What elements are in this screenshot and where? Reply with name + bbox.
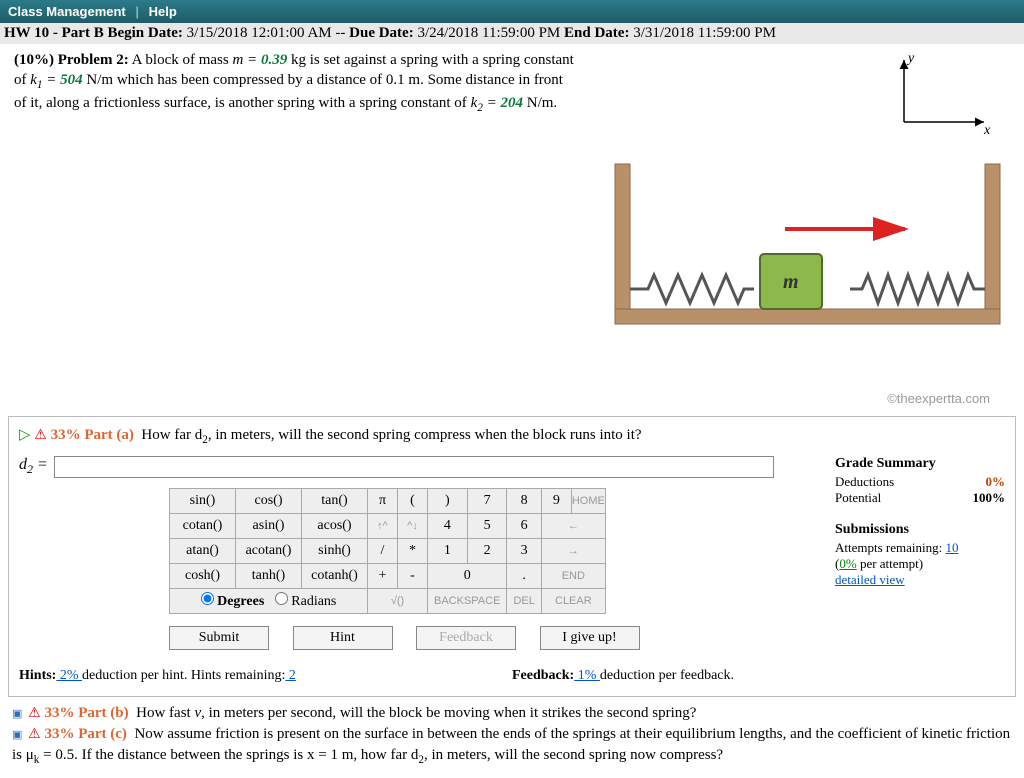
class-management-link[interactable]: Class Management bbox=[8, 4, 126, 19]
attempts-link[interactable]: 10 bbox=[945, 540, 958, 555]
six-button[interactable]: 6 bbox=[507, 513, 541, 538]
radians-radio[interactable]: Radians bbox=[275, 594, 337, 609]
homework-header: HW 10 - Part B Begin Date: 3/15/2018 12:… bbox=[0, 23, 1024, 44]
nine-button[interactable]: 9 bbox=[541, 488, 571, 513]
rparen-button[interactable]: ) bbox=[428, 488, 468, 513]
asin-button[interactable]: asin() bbox=[236, 513, 302, 538]
del-button[interactable]: DEL bbox=[507, 588, 541, 613]
minus-button[interactable]: - bbox=[398, 563, 428, 588]
hw-title: HW 10 - Part B bbox=[4, 25, 104, 41]
expand-icon[interactable]: ▷ bbox=[19, 427, 31, 443]
part-a-box: ▷ ⚠ 33% Part (a) How far d2, in meters, … bbox=[8, 416, 1016, 697]
divide-button[interactable]: / bbox=[368, 538, 398, 563]
hint-pct-link[interactable]: 2% bbox=[56, 668, 82, 683]
warning-icon: ⚠ bbox=[34, 428, 47, 443]
eight-button[interactable]: 8 bbox=[507, 488, 541, 513]
svg-text:x: x bbox=[983, 123, 991, 138]
multiply-button[interactable]: * bbox=[398, 538, 428, 563]
sinh-button[interactable]: sinh() bbox=[302, 538, 368, 563]
answer-input-row: d2 = bbox=[19, 456, 815, 478]
svg-text:m: m bbox=[783, 271, 799, 293]
feedback-pct-link[interactable]: 1% bbox=[574, 668, 600, 683]
tanh-button[interactable]: tanh() bbox=[236, 563, 302, 588]
dot-button[interactable]: . bbox=[507, 563, 541, 588]
warning-icon: ⚠ bbox=[28, 706, 41, 721]
two-button[interactable]: 2 bbox=[467, 538, 507, 563]
right-arrow-button[interactable]: → bbox=[541, 538, 605, 563]
copyright-text: ©theexpertta.com bbox=[14, 391, 1010, 406]
one-button[interactable]: 1 bbox=[428, 538, 468, 563]
giveup-button[interactable]: I give up! bbox=[540, 626, 640, 650]
four-button[interactable]: 4 bbox=[428, 513, 468, 538]
cosh-button[interactable]: cosh() bbox=[170, 563, 236, 588]
answer-input[interactable] bbox=[54, 456, 774, 478]
tan-button[interactable]: tan() bbox=[302, 488, 368, 513]
nav-divider: | bbox=[135, 4, 139, 19]
action-buttons: Submit Hint Feedback I give up! bbox=[169, 626, 815, 650]
zero-button[interactable]: 0 bbox=[428, 563, 507, 588]
sqrt-button[interactable]: √() bbox=[368, 588, 428, 613]
part-c-row[interactable]: ▣ ⚠ 33% Part (c) Now assume friction is … bbox=[12, 724, 1012, 769]
hints-remaining-link[interactable]: 2 bbox=[285, 668, 296, 683]
sin-button[interactable]: sin() bbox=[170, 488, 236, 513]
spring-block-diagram: m bbox=[605, 154, 1010, 329]
submit-button[interactable]: Submit bbox=[169, 626, 269, 650]
clear-button[interactable]: CLEAR bbox=[541, 588, 605, 613]
help-link[interactable]: Help bbox=[149, 4, 177, 19]
problem-statement-area: (10%) Problem 2: A block of mass m = 0.3… bbox=[0, 44, 1024, 410]
angle-mode-cell: Degrees Radians bbox=[170, 588, 368, 613]
top-nav-bar: Class Management | Help bbox=[0, 0, 1024, 23]
cotanh-button[interactable]: cotanh() bbox=[302, 563, 368, 588]
backspace-button[interactable]: BACKSPACE bbox=[428, 588, 507, 613]
grade-summary: Grade Summary Deductions0% Potential100%… bbox=[835, 456, 1005, 650]
left-arrow-button[interactable]: ← bbox=[541, 513, 605, 538]
plus-button[interactable]: + bbox=[368, 563, 398, 588]
cos-button[interactable]: cos() bbox=[236, 488, 302, 513]
warning-icon: ⚠ bbox=[28, 727, 41, 742]
per-attempt-link[interactable]: 0% bbox=[839, 556, 856, 571]
home-button[interactable]: HOME bbox=[571, 488, 605, 513]
part-a-header: ▷ ⚠ 33% Part (a) How far d2, in meters, … bbox=[19, 425, 1005, 446]
up-caret-button[interactable]: ↑^ bbox=[368, 513, 398, 538]
other-parts: ▣ ⚠ 33% Part (b) How fast v, in meters p… bbox=[12, 703, 1012, 769]
degrees-radio[interactable]: Degrees bbox=[201, 594, 265, 609]
part-b-row[interactable]: ▣ ⚠ 33% Part (b) How fast v, in meters p… bbox=[12, 703, 1012, 724]
five-button[interactable]: 5 bbox=[467, 513, 507, 538]
problem-percent: (10%) Problem 2: bbox=[14, 52, 129, 68]
feedback-button[interactable]: Feedback bbox=[416, 626, 516, 650]
seven-button[interactable]: 7 bbox=[467, 488, 507, 513]
acotan-button[interactable]: acotan() bbox=[236, 538, 302, 563]
end-button[interactable]: END bbox=[541, 563, 605, 588]
coordinate-axes-figure: y x bbox=[884, 52, 994, 142]
svg-text:y: y bbox=[906, 52, 915, 66]
down-caret-button[interactable]: ^↓ bbox=[398, 513, 428, 538]
acos-button[interactable]: acos() bbox=[302, 513, 368, 538]
cotan-button[interactable]: cotan() bbox=[170, 513, 236, 538]
hints-feedback-row: Hints: 2% deduction per hint. Hints rema… bbox=[19, 664, 1005, 688]
lparen-button[interactable]: ( bbox=[398, 488, 428, 513]
three-button[interactable]: 3 bbox=[507, 538, 541, 563]
expand-icon[interactable]: ▣ bbox=[12, 708, 22, 720]
expand-icon[interactable]: ▣ bbox=[12, 729, 22, 741]
problem-text: (10%) Problem 2: A block of mass m = 0.3… bbox=[14, 50, 574, 117]
detailed-view-link[interactable]: detailed view bbox=[835, 572, 905, 587]
hint-button[interactable]: Hint bbox=[293, 626, 393, 650]
calculator-keypad: sin() cos() tan() π ( ) 7 8 9 HOME cotan… bbox=[169, 488, 815, 614]
pi-button[interactable]: π bbox=[368, 488, 398, 513]
atan-button[interactable]: atan() bbox=[170, 538, 236, 563]
